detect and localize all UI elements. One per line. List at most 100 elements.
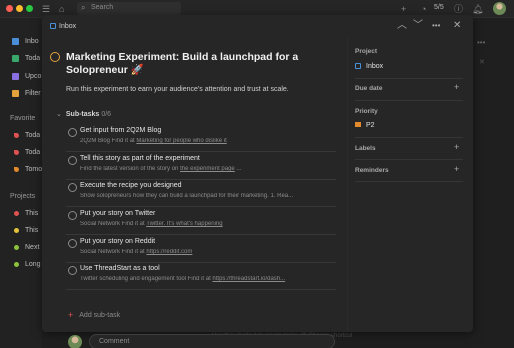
chevron-down-icon[interactable]: ﹀ — [413, 20, 423, 32]
subtask-link[interactable]: https://reddit.com — [146, 249, 192, 255]
subtasks-header[interactable]: ⌄ Sub-tasks 0/6 — [56, 110, 111, 118]
subtask-title: Get input from 2Q2M Blog — [80, 127, 162, 134]
more-icon: ••• — [477, 38, 486, 47]
add-subtask-label: Add sub-task — [79, 312, 121, 319]
add-label-button[interactable]: + — [454, 142, 459, 152]
project-label: Project — [355, 48, 378, 55]
more-icon[interactable]: ••• — [432, 20, 440, 32]
search-icon: ⌕ — [81, 3, 86, 12]
due-date-label: Due date — [355, 85, 383, 92]
sidebar-item-label: Upco — [25, 73, 42, 80]
subtask-row[interactable]: Put your story on Reddit Social Network F… — [66, 235, 336, 263]
chevron-up-icon[interactable]: ︿ — [397, 20, 407, 32]
comment-bar: Comment — [42, 329, 342, 348]
task-complete-checkbox[interactable] — [50, 52, 60, 62]
task-side-pane: Project Inbox Due date + Priority P2 Lab… — [347, 37, 473, 332]
sidebar-item-label: Next — [25, 244, 40, 251]
subtask-checkbox[interactable] — [68, 239, 77, 248]
subtask-row[interactable]: Tell this story as part of the experimen… — [66, 152, 336, 180]
priority-label: Priority — [355, 108, 378, 115]
project-value: Inbox — [366, 63, 384, 70]
modal-header: Inbox ︿ ﹀ ••• ✕ — [42, 15, 473, 37]
project-selector[interactable]: Inbox — [355, 63, 383, 70]
subtask-description-text: 2Q2M Blog Find it at — [80, 138, 137, 144]
home-icon[interactable]: ⌂ — [59, 3, 64, 15]
background-list-edge: ••• ✕ — [473, 18, 514, 348]
subtask-link[interactable]: Twitter. It's what's happening — [146, 221, 222, 227]
subtasks-count: 0/6 — [101, 111, 112, 118]
divider — [355, 137, 463, 138]
avatar — [68, 335, 82, 348]
sidebar-item-label: This — [25, 227, 39, 234]
project-color-icon — [14, 262, 19, 267]
subtask-row[interactable]: Get input from 2Q2M Blog 2Q2M Blog Find i… — [66, 124, 336, 152]
subtask-checkbox[interactable] — [68, 128, 77, 137]
subtask-row[interactable]: Use ThreadStart as a tool Twitter schedul… — [66, 262, 336, 290]
subtask-title: Execute the recipe you designed — [80, 182, 182, 189]
close-icon: ✕ — [479, 59, 485, 66]
breadcrumb[interactable]: Inbox — [50, 23, 76, 30]
add-due-date-button[interactable]: + — [454, 82, 459, 92]
favorites-heading[interactable]: Favorite — [10, 115, 35, 122]
subtask-checkbox[interactable] — [68, 183, 77, 192]
priority-value: P2 — [366, 122, 375, 129]
subtask-description: Twitter scheduling and engagement tool F… — [80, 276, 335, 282]
window-zoom-button[interactable] — [26, 5, 33, 12]
notifications-icon[interactable]: 🔔︎ — [472, 3, 483, 15]
sidebar-item-label: Toda — [25, 149, 41, 156]
user-avatar[interactable] — [493, 2, 506, 15]
subtask-row[interactable]: Put your story on Twitter Social Network … — [66, 207, 336, 235]
subtask-link[interactable]: the experiment page — [180, 166, 235, 172]
window-minimize-button[interactable] — [16, 5, 23, 12]
flag-icon — [355, 122, 361, 127]
sidebar: Inbo Toda Upco Filter Favorite Toda Toda… — [0, 18, 42, 348]
subtask-link[interactable]: https://threadstart.io/dash... — [212, 276, 285, 282]
subtask-description: Social Network Find it at https://reddit… — [80, 249, 335, 255]
help-icon[interactable]: ⓘ — [454, 3, 463, 15]
project-color-icon — [14, 245, 19, 250]
menu-icon[interactable]: ☰ — [42, 3, 50, 15]
subtask-title: Use ThreadStart as a tool — [80, 265, 160, 272]
inbox-icon — [12, 38, 19, 45]
subtask-description: Social Network Find it at Twitter. It's … — [80, 221, 335, 227]
subtask-description-text: ... — [234, 166, 242, 172]
inbox-icon — [50, 23, 56, 29]
subtask-checkbox[interactable] — [68, 156, 77, 165]
add-subtask-button[interactable]: + Add sub-task — [68, 310, 120, 320]
upcoming-icon — [12, 73, 19, 80]
productivity-icon[interactable]: ◔ — [421, 3, 426, 15]
subtask-description: Show solopreneurs how they can build a l… — [80, 193, 335, 199]
task-title[interactable]: Marketing Experiment: Build a launchpad … — [66, 51, 334, 77]
divider — [355, 100, 463, 101]
project-color-icon — [14, 228, 19, 233]
breadcrumb-label: Inbox — [59, 23, 77, 30]
inbox-icon — [355, 63, 361, 69]
subtask-checkbox[interactable] — [68, 266, 77, 275]
projects-heading[interactable]: Projects — [10, 193, 35, 200]
sidebar-item-label: Filter — [25, 90, 41, 97]
window-close-button[interactable] — [6, 5, 13, 12]
add-icon[interactable]: + — [401, 3, 406, 15]
calendar-icon — [12, 55, 19, 62]
project-color-icon — [14, 211, 19, 216]
subtask-description-text: Find the latest version of the story on — [80, 166, 181, 172]
priority-selector[interactable]: P2 — [355, 122, 375, 129]
subtask-title: Tell this story as part of the experimen… — [80, 155, 200, 162]
sidebar-item-label: Tomo — [25, 166, 43, 173]
subtask-link[interactable]: Marketing for people who dislike it — [136, 138, 226, 144]
search-input[interactable]: ⌕ Search — [77, 2, 181, 15]
comment-input[interactable]: Comment — [89, 334, 335, 348]
task-description[interactable]: Run this experiment to earn your audienc… — [66, 86, 289, 93]
reminders-label: Reminders — [355, 167, 389, 174]
subtasks-label: Sub-tasks — [65, 111, 100, 118]
task-main-pane: Marketing Experiment: Build a launchpad … — [42, 37, 342, 348]
subtask-checkbox[interactable] — [68, 211, 77, 220]
divider — [355, 159, 463, 160]
drop-icon — [14, 167, 19, 172]
close-icon[interactable]: ✕ — [453, 20, 461, 32]
add-reminder-button[interactable]: + — [454, 164, 459, 174]
divider — [355, 181, 463, 182]
divider — [355, 78, 463, 79]
subtask-row[interactable]: Execute the recipe you designed Show solo… — [66, 179, 336, 207]
subtask-title: Put your story on Twitter — [80, 210, 156, 217]
